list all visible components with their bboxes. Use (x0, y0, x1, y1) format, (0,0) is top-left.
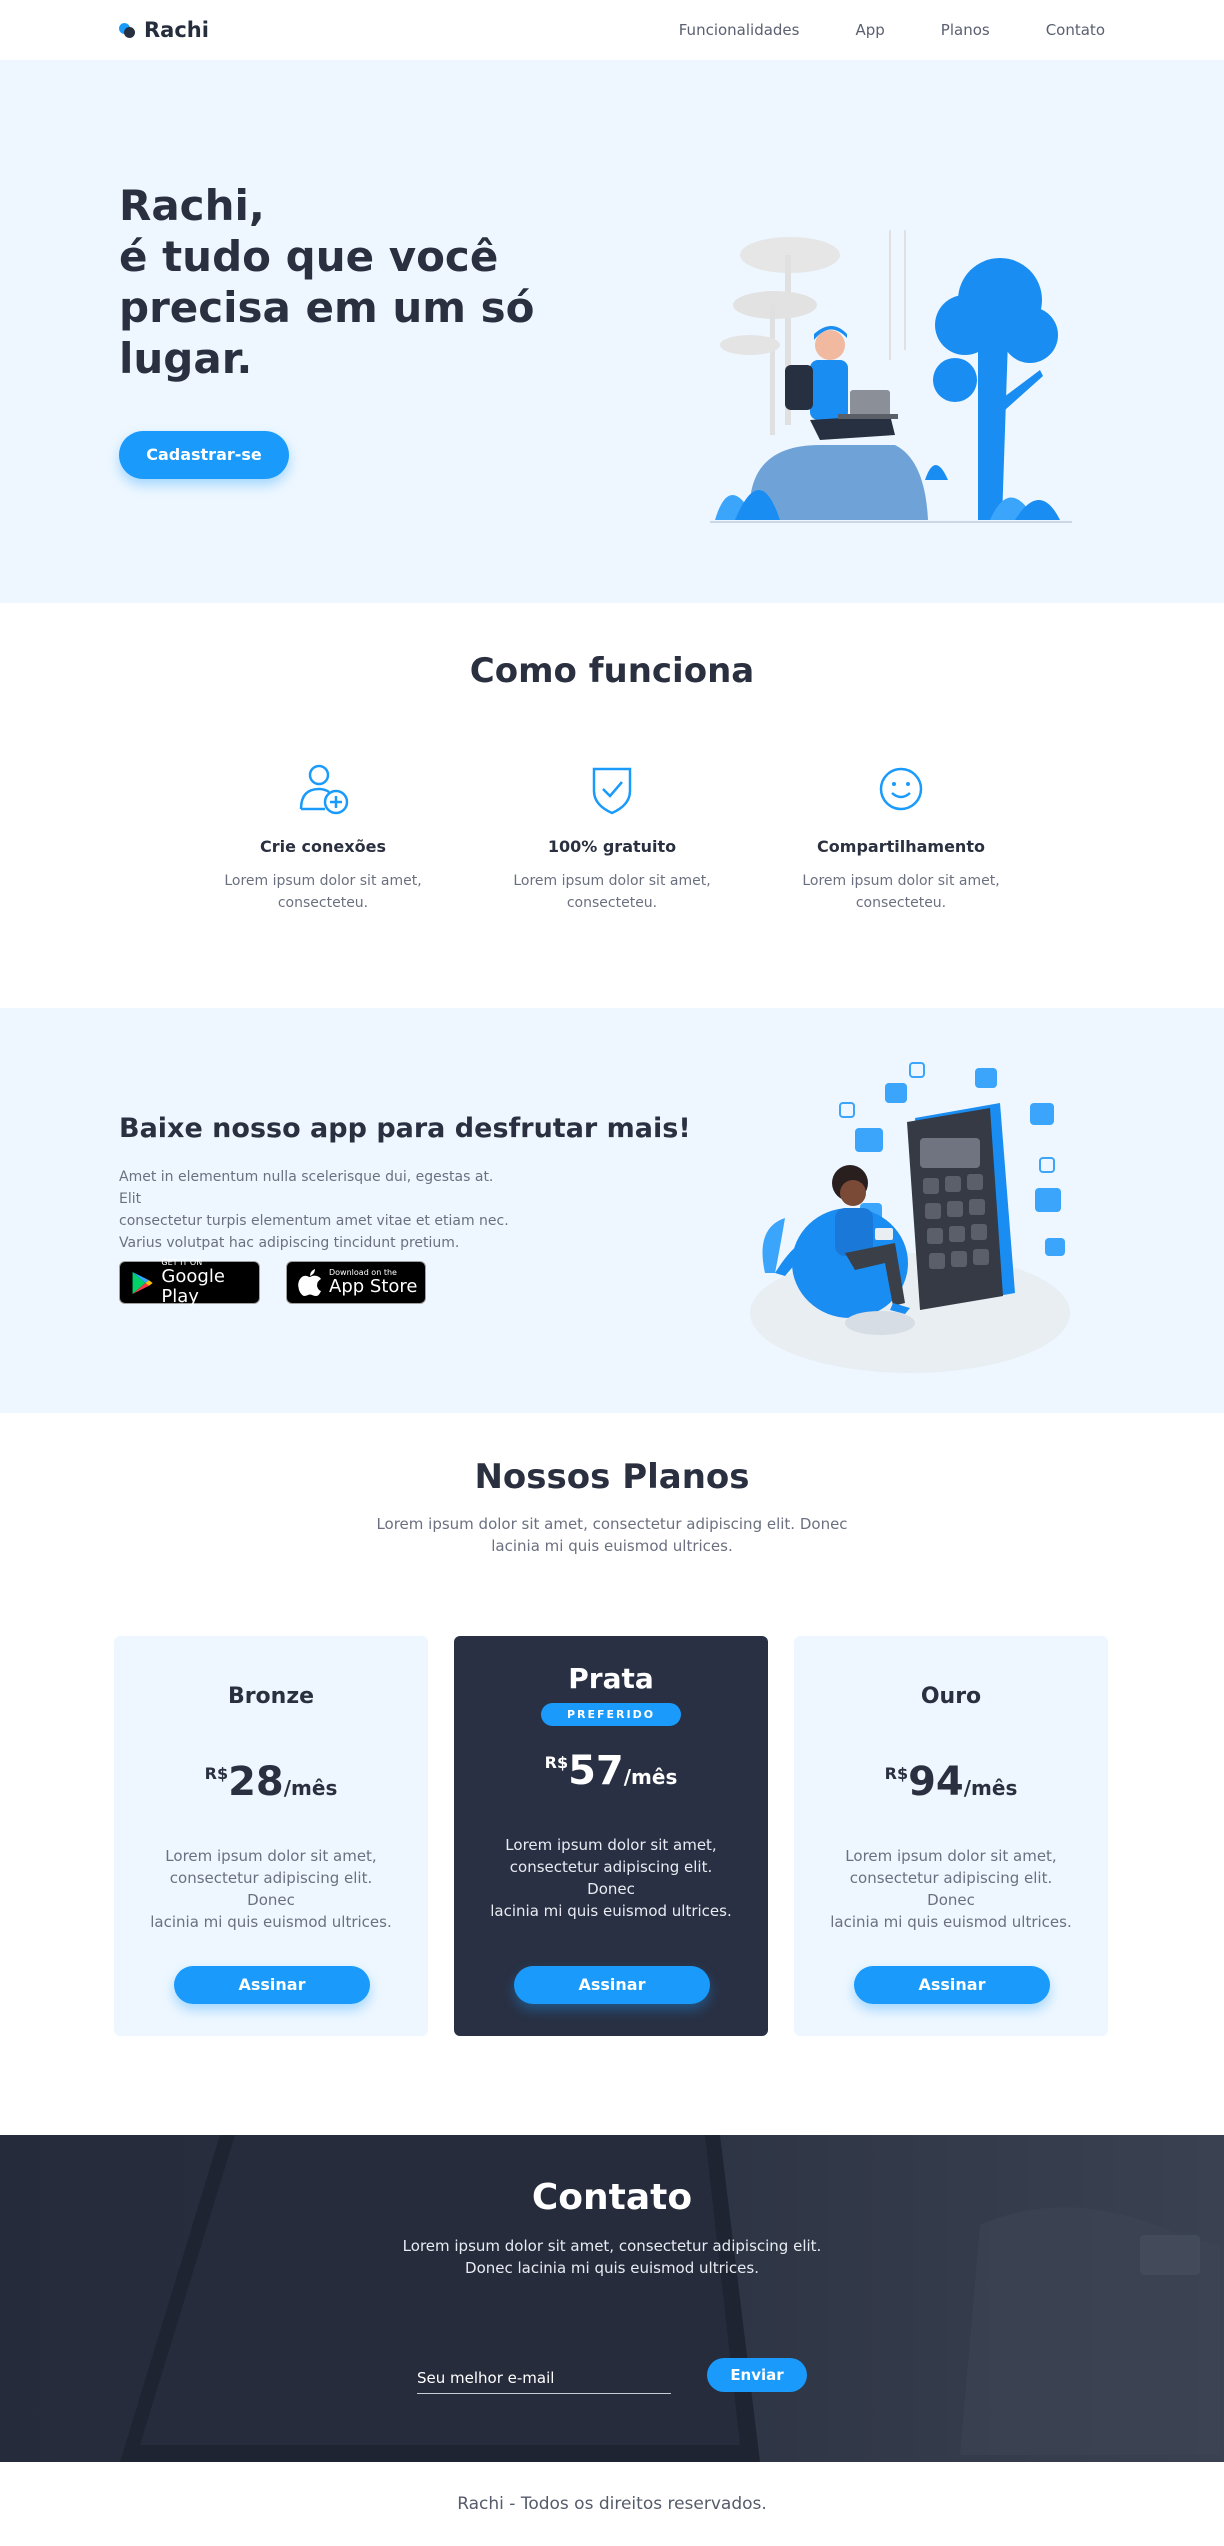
app-description-line: consectetur turpis elementum amet vitae … (119, 1213, 509, 1229)
plan-description-line: lacinia mi quis euismod ultrices. (490, 1902, 732, 1920)
send-button[interactable]: Enviar (707, 2358, 807, 2392)
hero-line: Rachi, (119, 181, 265, 230)
shield-check-icon (592, 767, 632, 815)
nav-link-planos[interactable]: Planos (941, 21, 990, 39)
price-period: /mês (963, 1776, 1018, 1800)
feature-text-line: consecteteu. (277, 895, 369, 911)
contact-subtitle-line: Donec lacinia mi quis euismod ultrices. (465, 2259, 759, 2277)
plan-description-line: consectetur adipiscing elit. Donec (169, 1869, 373, 1909)
feature-text-line: consecteteu. (566, 895, 658, 911)
subscribe-button[interactable]: Assinar (854, 1966, 1050, 2004)
subscribe-button[interactable]: Assinar (514, 1966, 710, 2004)
plan-name: Ouro (920, 1684, 982, 1709)
app-description-line: Amet in elementum nulla scelerisque dui,… (119, 1169, 494, 1207)
feature-title: Crie conexões (260, 837, 386, 856)
hero-headline: Rachi, é tudo que você precisa em um só … (119, 180, 539, 384)
plan-price: R$57/mês (454, 1748, 768, 1794)
google-play-button[interactable]: GET IT ON Google Play (119, 1258, 260, 1307)
feature-text: Lorem ipsum dolor sit amet, consecteteu. (492, 870, 732, 914)
app-illustration (750, 1062, 1070, 1373)
plan-description: Lorem ipsum dolor sit amet, consectetur … (794, 1845, 1108, 1933)
subtitle-line: lacinia mi quis euismod ultrices. (491, 1537, 733, 1555)
price-currency: R$ (884, 1764, 909, 1783)
app-store-label: App Store (329, 1276, 418, 1297)
nav-link-funcionalidades[interactable]: Funcionalidades (679, 21, 800, 39)
feature-text-line: consecteteu. (855, 895, 947, 911)
hero-line: é tudo que você (119, 232, 499, 281)
feature-text: Lorem ipsum dolor sit amet, consecteteu. (203, 870, 443, 914)
nav-links: Funcionalidades App Planos Contato (679, 21, 1105, 39)
brand-name: Rachi (144, 18, 209, 42)
app-title: Baixe nosso app para desfrutar mais! (119, 1113, 691, 1144)
section-title: Como funciona (469, 651, 755, 691)
app-store-button[interactable]: Download on the App Store (286, 1261, 426, 1304)
plan-description-line: lacinia mi quis euismod ultrices. (830, 1913, 1072, 1931)
price-value: 94 (908, 1759, 964, 1805)
signup-button[interactable]: Cadastrar-se (119, 431, 289, 479)
smile-icon (879, 767, 923, 811)
plan-card-prata: Prata PREFERIDO R$57/mês Lorem ipsum dol… (454, 1636, 768, 2036)
how-it-works-section: Como funciona Crie conexões Lorem ipsum … (0, 603, 1224, 1008)
app-description-line: Varius volutpat hac adipiscing tincidunt… (119, 1235, 460, 1251)
contact-subtitle-line: Lorem ipsum dolor sit amet, consectetur … (402, 2237, 822, 2255)
plan-price: R$28/mês (114, 1759, 428, 1805)
apple-icon (298, 1268, 321, 1296)
hero-line: lugar. (119, 334, 253, 383)
footer-text: Rachi - Todos os direitos reservados. (457, 2494, 767, 2514)
plan-description: Lorem ipsum dolor sit amet, consectetur … (114, 1845, 428, 1933)
feature-title: Compartilhamento (817, 837, 985, 856)
plan-description-line: consectetur adipiscing elit. Donec (509, 1858, 713, 1898)
price-period: /mês (283, 1776, 338, 1800)
feature-text: Lorem ipsum dolor sit amet, consecteteu. (781, 870, 1021, 914)
nav-link-contato[interactable]: Contato (1046, 21, 1105, 39)
section-title: Nossos Planos (474, 1457, 750, 1497)
feature-text-line: Lorem ipsum dolor sit amet, (802, 873, 1000, 889)
app-description: Amet in elementum nulla scelerisque dui,… (119, 1166, 519, 1254)
plan-description-line: Lorem ipsum dolor sit amet, (165, 1847, 377, 1865)
plan-name: Bronze (227, 1684, 315, 1709)
feature-text-line: Lorem ipsum dolor sit amet, (224, 873, 422, 889)
price-currency: R$ (544, 1753, 569, 1772)
price-value: 28 (228, 1759, 284, 1805)
preferred-badge: PREFERIDO (540, 1703, 682, 1726)
feature-card: Crie conexões Lorem ipsum dolor sit amet… (203, 761, 443, 914)
google-play-label: Google Play (161, 1266, 225, 1307)
price-currency: R$ (204, 1764, 229, 1783)
contact-subtitle: Lorem ipsum dolor sit amet, consectetur … (0, 2235, 1224, 2279)
plan-description-line: Lorem ipsum dolor sit amet, (845, 1847, 1057, 1865)
contact-title: Contato (531, 2177, 693, 2218)
feature-text-line: Lorem ipsum dolor sit amet, (513, 873, 711, 889)
add-user-icon (299, 764, 349, 815)
plan-price: R$94/mês (794, 1759, 1108, 1805)
plan-description-line: consectetur adipiscing elit. Donec (849, 1869, 1053, 1909)
feature-title: 100% gratuito (547, 837, 677, 856)
price-period: /mês (623, 1765, 678, 1789)
plan-name: Prata (568, 1662, 654, 1695)
plan-card-ouro: Ouro R$94/mês Lorem ipsum dolor sit amet… (794, 1636, 1108, 2036)
email-field[interactable] (417, 2359, 671, 2394)
price-value: 57 (568, 1748, 624, 1794)
feature-card: 100% gratuito Lorem ipsum dolor sit amet… (492, 761, 732, 914)
app-download-section: Baixe nosso app para desfrutar mais! Ame… (0, 1008, 1224, 1413)
feature-card: Compartilhamento Lorem ipsum dolor sit a… (781, 761, 1021, 914)
hero-section: Rachi, é tudo que você precisa em um só … (0, 60, 1224, 603)
google-play-icon (132, 1271, 153, 1294)
logo-icon (119, 22, 135, 38)
hero-line: precisa em um só (119, 283, 535, 332)
nav-link-app[interactable]: App (855, 21, 884, 39)
brand-logo[interactable]: Rachi (119, 18, 209, 42)
plan-description-line: Lorem ipsum dolor sit amet, (505, 1836, 717, 1854)
plans-section: Nossos Planos Lorem ipsum dolor sit amet… (0, 1413, 1224, 2135)
contact-section: Contato Lorem ipsum dolor sit amet, cons… (0, 2135, 1224, 2462)
top-nav: Rachi Funcionalidades App Planos Contato (0, 0, 1224, 60)
hero-illustration (710, 230, 1072, 535)
section-subtitle: Lorem ipsum dolor sit amet, consectetur … (0, 1513, 1224, 1557)
plan-card-bronze: Bronze R$28/mês Lorem ipsum dolor sit am… (114, 1636, 428, 2036)
subscribe-button[interactable]: Assinar (174, 1966, 370, 2004)
plan-description: Lorem ipsum dolor sit amet, consectetur … (454, 1834, 768, 1922)
footer: Rachi - Todos os direitos reservados. (0, 2462, 1224, 2546)
subtitle-line: Lorem ipsum dolor sit amet, consectetur … (376, 1515, 848, 1533)
plan-description-line: lacinia mi quis euismod ultrices. (150, 1913, 392, 1931)
